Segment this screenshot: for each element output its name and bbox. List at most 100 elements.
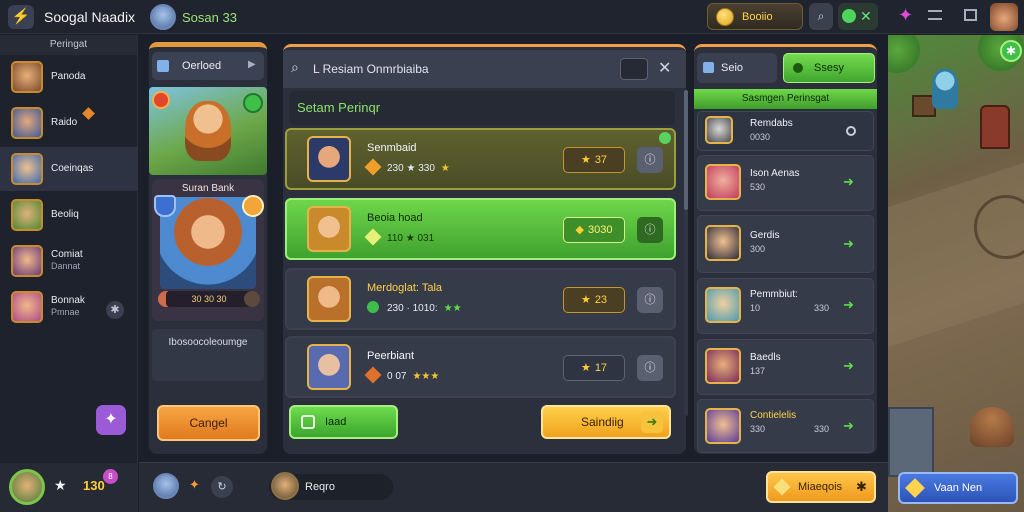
hero-card[interactable]: Suran Bank 30 30 30 <box>152 179 264 321</box>
tab-label: Seio <box>721 62 744 74</box>
profile-avatar[interactable] <box>990 3 1018 31</box>
status-toggle[interactable]: ✕ <box>838 3 878 30</box>
arrow-right-icon[interactable]: ➜ <box>843 174 854 190</box>
modal-search-bar[interactable]: ⌕ L Resiam Onmrbiaiba ✕ <box>283 50 686 88</box>
avatar <box>11 61 43 93</box>
sidebar-item-panoda[interactable]: Panoda <box>0 55 138 99</box>
mission-stars: ★★★ <box>412 371 440 382</box>
character-selector[interactable]: Oerloed ▶ <box>152 52 264 80</box>
list-item[interactable]: Remdabs 0030 <box>697 111 874 151</box>
map-character-image[interactable] <box>932 69 958 109</box>
sidebar-item-label: Panoda <box>51 71 86 82</box>
square-icon <box>157 60 169 72</box>
modal-scrollbar-thumb[interactable] <box>684 90 688 210</box>
mission-score[interactable]: ★ 17 <box>563 355 625 381</box>
arrow-right-icon[interactable]: ➜ <box>843 297 854 313</box>
mission-score-value: 17 <box>594 362 608 374</box>
mission-card[interactable]: Peerbiant 0 07 ★★★ ★ 17 ⓘ <box>285 336 676 398</box>
add-button[interactable]: Iaad <box>289 405 398 439</box>
sidebar-item-sub: Pmnae <box>51 307 80 317</box>
arrow-right-icon[interactable]: ➜ <box>843 418 854 434</box>
cancel-button[interactable]: Cangel <box>157 405 260 441</box>
confirm-button[interactable]: Saindiig ➜ <box>541 405 671 439</box>
notification-badge: 8 <box>103 469 118 484</box>
hero-banner-image <box>149 87 267 175</box>
confirm-button-label: Saindiig <box>581 415 624 429</box>
user-avatar[interactable] <box>9 469 45 505</box>
gear-icon: ✱ <box>856 479 867 494</box>
wall-image <box>888 407 934 477</box>
star-count: 130 <box>83 478 105 493</box>
gold-label: Booiio <box>742 11 773 23</box>
mission-score[interactable]: ★ 23 <box>563 287 625 313</box>
star-icon: ★ <box>580 294 591 306</box>
list-item-value: 10 <box>750 303 761 313</box>
mission-stars: ★★ <box>443 303 462 314</box>
mission-card[interactable]: Merdoglat: Tala 230 · 1010: ★★ ★ 23 ⓘ <box>285 268 676 330</box>
info-icon[interactable]: ⓘ <box>637 287 663 313</box>
tab-label: Ssesy <box>814 62 844 74</box>
info-icon[interactable]: ⓘ <box>637 355 663 381</box>
clipboard-icon[interactable] <box>620 58 648 80</box>
hero-figure-image <box>185 101 231 161</box>
mission-score[interactable]: ★ 37 <box>563 147 625 173</box>
arrow-right-icon[interactable]: ➜ <box>843 358 854 374</box>
tree-image <box>888 35 920 73</box>
puzzle-icon[interactable]: ✦ <box>898 5 913 26</box>
sidebar-item-comiat[interactable]: Comiat Dannat <box>0 239 138 283</box>
map-mode-button[interactable]: Vaan Nen <box>898 472 1018 504</box>
list-item[interactable]: Pemmbiut: 10 330 ➜ <box>697 278 874 334</box>
ranking-header: Sasmgen Perinsgat <box>694 89 877 109</box>
radio-icon[interactable] <box>846 126 856 136</box>
info-icon[interactable]: ⓘ <box>637 217 663 243</box>
map-settings-icon[interactable]: ✱ <box>1000 40 1022 62</box>
game-map-view[interactable]: ✱ Vaan Nen <box>888 35 1024 512</box>
tab-ssesy[interactable]: Ssesy <box>783 53 875 83</box>
sidebar-item-coeinqas[interactable]: Coeinqas <box>0 147 138 191</box>
chat-bar[interactable]: Reqro <box>269 472 393 500</box>
player-avatar[interactable] <box>150 4 176 30</box>
info-icon[interactable]: ⓘ <box>637 147 663 173</box>
mission-reward: 230 ★ 330 ★ <box>364 158 450 176</box>
diamond-icon <box>905 478 925 498</box>
tab-seio[interactable]: Seio <box>697 53 777 83</box>
sidebar-item-bonnak[interactable]: Bonnak Pmnae ✱ <box>0 285 138 329</box>
gold-currency-pill[interactable]: Booiio <box>707 3 803 30</box>
bottom-bar: ✦ ↻ Reqro Miaeqois ✱ <box>139 462 888 512</box>
missions-button-label: Miaeqois <box>798 481 843 493</box>
refresh-badge-icon[interactable] <box>243 93 263 113</box>
list-item[interactable]: Ison Aenas 530 ➜ <box>697 155 874 211</box>
search-input[interactable]: L Resiam Onmrbiaiba <box>313 62 429 76</box>
sparkle-action-button[interactable]: ✦ <box>96 405 126 435</box>
maximize-icon[interactable] <box>964 9 977 21</box>
mission-title: Beoia hoad <box>367 212 423 224</box>
sidebar-item-beoliq[interactable]: Beoliq <box>0 193 138 237</box>
arrow-right-icon: ➜ <box>641 411 663 433</box>
list-item-name: Baedls <box>750 352 781 363</box>
mission-reward-text: 0 07 <box>387 371 407 382</box>
list-item-value: 330 <box>750 424 766 434</box>
sidebar-item-raido[interactable]: Raido <box>0 101 138 145</box>
ranking-panel: Seio Ssesy Sasmgen Perinsgat Remdabs 003… <box>694 44 877 454</box>
list-item[interactable]: Gerdis 300 ➜ <box>697 215 874 273</box>
avatar <box>705 348 741 384</box>
lock-icon <box>244 291 260 307</box>
app-logo-icon[interactable]: ⚡ <box>8 5 34 29</box>
close-icon[interactable]: ✕ <box>658 58 671 78</box>
mission-reward-text: 230 ★ 330 <box>387 163 435 174</box>
hero-description: Ibosoocoleoumge <box>152 329 264 381</box>
arrow-right-icon[interactable]: ➜ <box>843 236 854 252</box>
mission-score[interactable]: ◆ 3030 <box>563 217 625 243</box>
list-item[interactable]: Baedls 137 ➜ <box>697 339 874 395</box>
mission-score-value: 37 <box>594 154 608 166</box>
player-avatar[interactable] <box>153 473 179 499</box>
missions-button[interactable]: Miaeqois ✱ <box>766 471 876 503</box>
mission-card[interactable]: Beoia hoad 110 ★ 031 ◆ 3030 ⓘ <box>285 198 676 260</box>
menu-icon[interactable] <box>928 10 942 20</box>
refresh-icon[interactable]: ↻ <box>211 476 233 498</box>
sidebar: Peringat Panoda Raido Coeinqas Beoliq Co… <box>0 35 138 512</box>
gear-icon[interactable]: ✱ <box>106 301 124 319</box>
mission-card[interactable]: Senmbaid 230 ★ 330 ★ ★ 37 ⓘ <box>285 128 676 190</box>
search-button[interactable]: ⌕ <box>809 3 833 30</box>
list-item[interactable]: Contielelis 330 330 ➜ <box>697 399 874 453</box>
